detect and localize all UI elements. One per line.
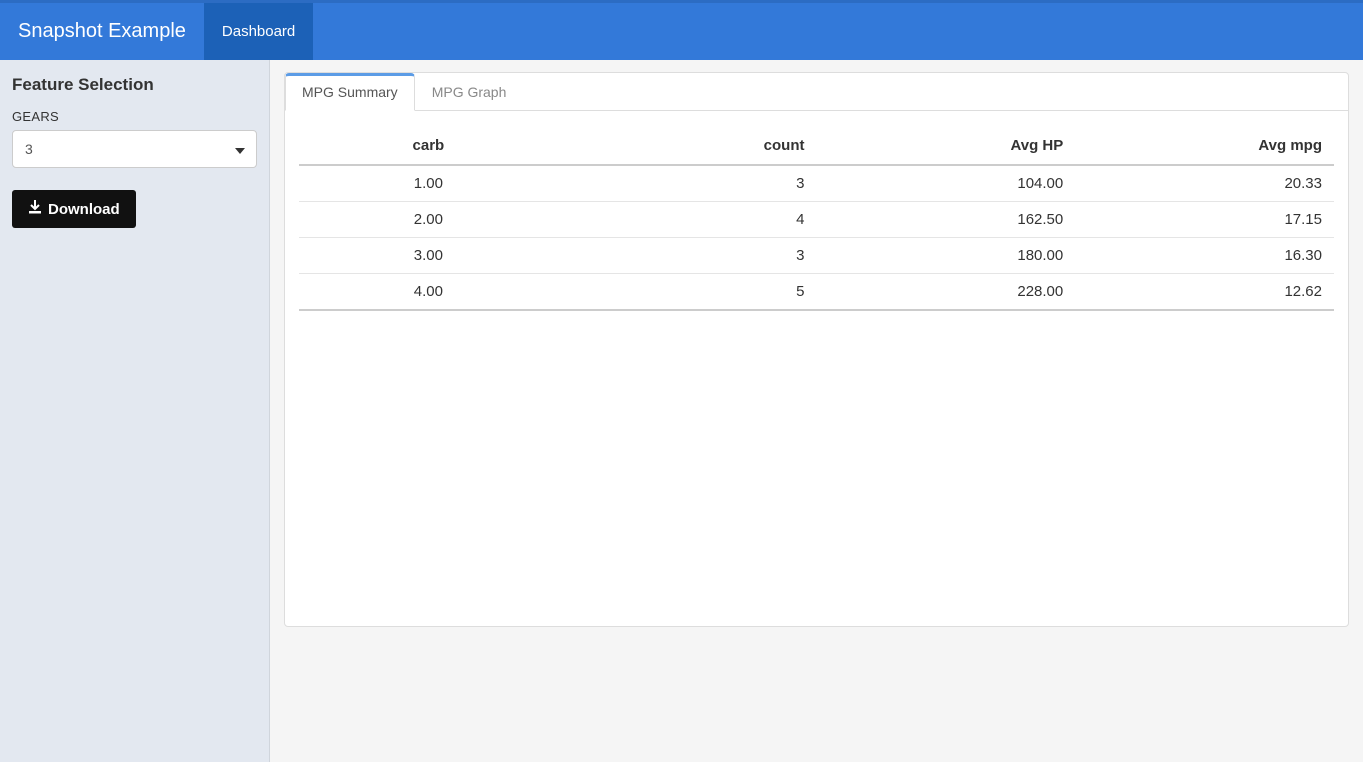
summary-table: carb count Avg HP Avg mpg 1.00 3 104.00 … — [299, 127, 1334, 311]
cell: 17.15 — [1075, 202, 1334, 238]
tab-mpg-summary[interactable]: MPG Summary — [285, 73, 415, 111]
table-header-row: carb count Avg HP Avg mpg — [299, 127, 1334, 165]
cell: 20.33 — [1075, 165, 1334, 202]
tab-content: carb count Avg HP Avg mpg 1.00 3 104.00 … — [285, 111, 1348, 327]
navbar-nav: Dashboard — [204, 3, 313, 60]
cell: 16.30 — [1075, 238, 1334, 274]
cell: 12.62 — [1075, 274, 1334, 311]
th-count: count — [558, 127, 817, 165]
main-panel: MPG Summary MPG Graph carb count Avg HP … — [284, 72, 1349, 627]
gears-select-value: 3 — [25, 141, 33, 157]
nav-item-dashboard[interactable]: Dashboard — [204, 3, 313, 60]
table-row: 1.00 3 104.00 20.33 — [299, 165, 1334, 202]
th-avg-hp: Avg HP — [817, 127, 1076, 165]
cell: 2.00 — [299, 202, 558, 238]
cell: 180.00 — [817, 238, 1076, 274]
download-icon — [28, 200, 42, 218]
cell: 3 — [558, 165, 817, 202]
cell: 104.00 — [817, 165, 1076, 202]
gears-select-wrap: 3 — [12, 130, 257, 168]
th-carb: carb — [299, 127, 558, 165]
cell: 5 — [558, 274, 817, 311]
cell: 4 — [558, 202, 817, 238]
navbar: Snapshot Example Dashboard — [0, 0, 1363, 60]
tab-mpg-graph[interactable]: MPG Graph — [415, 73, 524, 111]
cell: 1.00 — [299, 165, 558, 202]
navbar-brand: Snapshot Example — [0, 3, 204, 60]
cell: 228.00 — [817, 274, 1076, 311]
cell: 162.50 — [817, 202, 1076, 238]
gears-label: GEARS — [12, 109, 257, 124]
tab-bar: MPG Summary MPG Graph — [285, 73, 1348, 111]
cell: 4.00 — [299, 274, 558, 311]
layout: Feature Selection GEARS 3 Download MPG S… — [0, 60, 1363, 762]
sidebar-heading: Feature Selection — [12, 75, 257, 95]
sidebar: Feature Selection GEARS 3 Download — [0, 60, 270, 762]
download-button-label: Download — [48, 201, 120, 218]
table-row: 2.00 4 162.50 17.15 — [299, 202, 1334, 238]
main-area: MPG Summary MPG Graph carb count Avg HP … — [270, 60, 1363, 762]
gears-select[interactable]: 3 — [12, 130, 257, 168]
table-row: 3.00 3 180.00 16.30 — [299, 238, 1334, 274]
cell: 3.00 — [299, 238, 558, 274]
cell: 3 — [558, 238, 817, 274]
th-avg-mpg: Avg mpg — [1075, 127, 1334, 165]
table-body: 1.00 3 104.00 20.33 2.00 4 162.50 17.15 — [299, 165, 1334, 310]
table-row: 4.00 5 228.00 12.62 — [299, 274, 1334, 311]
download-button[interactable]: Download — [12, 190, 136, 228]
